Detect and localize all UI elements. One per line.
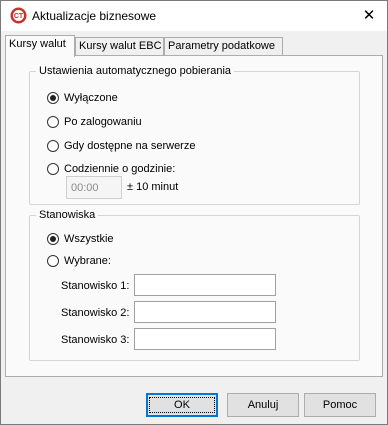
close-button[interactable]: ✕ — [357, 5, 381, 27]
daily-time-input[interactable] — [66, 176, 122, 199]
radio-label: Wyłączone — [64, 92, 118, 104]
title-bar[interactable]: CT Aktualizacje biznesowe ✕ — [1, 1, 387, 31]
station-1-input[interactable] — [134, 274, 276, 296]
tab-kursy-walut[interactable]: Kursy walut — [5, 35, 75, 57]
window-title: Aktualizacje biznesowe — [32, 9, 157, 23]
ok-button[interactable]: OK — [146, 393, 218, 417]
radio-selected-icon — [47, 233, 59, 245]
auto-download-group: Ustawienia automatycznego pobierania Wył… — [29, 64, 360, 205]
radio-label: Gdy dostępne na serwerze — [64, 140, 196, 152]
cancel-button[interactable]: Anuluj — [227, 393, 299, 417]
radio-icon — [47, 140, 59, 152]
cancel-button-label: Anuluj — [247, 399, 279, 411]
radio-label: Po zalogowaniu — [64, 116, 142, 128]
tab-label: Kursy walut — [9, 38, 66, 50]
tab-label: Kursy walut EBC — [79, 40, 162, 52]
help-button[interactable]: Pomoc — [304, 393, 376, 417]
radio-icon — [47, 163, 59, 175]
station-3-label: Stanowisko 3: — [61, 334, 130, 346]
svg-text:CT: CT — [14, 13, 24, 20]
time-tolerance-label: ± 10 minut — [127, 181, 179, 193]
radio-label: Wszystkie — [64, 233, 114, 245]
station-1-label: Stanowisko 1: — [61, 280, 130, 292]
station-2-input[interactable] — [134, 301, 276, 323]
tab-panel-kursy-walut: Ustawienia automatycznego pobierania Wył… — [5, 55, 383, 377]
station-2-label: Stanowisko 2: — [61, 307, 130, 319]
radio-label: Codziennie o godzinie: — [64, 163, 176, 175]
app-icon: CT — [10, 7, 27, 24]
station-3-input[interactable] — [134, 328, 276, 350]
tab-parametry-podatkowe[interactable]: Parametry podatkowe — [164, 37, 283, 56]
stations-group: Stanowiska Wszystkie Wybrane: Stanowisko… — [29, 208, 360, 361]
ok-button-label: OK — [149, 397, 215, 413]
radio-icon — [47, 255, 59, 267]
dialog-window: CT Aktualizacje biznesowe ✕ Kursy walut … — [0, 0, 388, 425]
group-title: Stanowiska — [36, 208, 99, 222]
tab-label: Parametry podatkowe — [168, 40, 275, 52]
help-button-label: Pomoc — [322, 399, 358, 411]
radio-label: Wybrane: — [64, 255, 111, 267]
close-icon: ✕ — [362, 7, 376, 24]
radio-selected-icon — [47, 92, 59, 104]
group-title: Ustawienia automatycznego pobierania — [36, 64, 235, 78]
radio-icon — [47, 116, 59, 128]
tab-kursy-walut-ebc[interactable]: Kursy walut EBC — [75, 37, 164, 56]
